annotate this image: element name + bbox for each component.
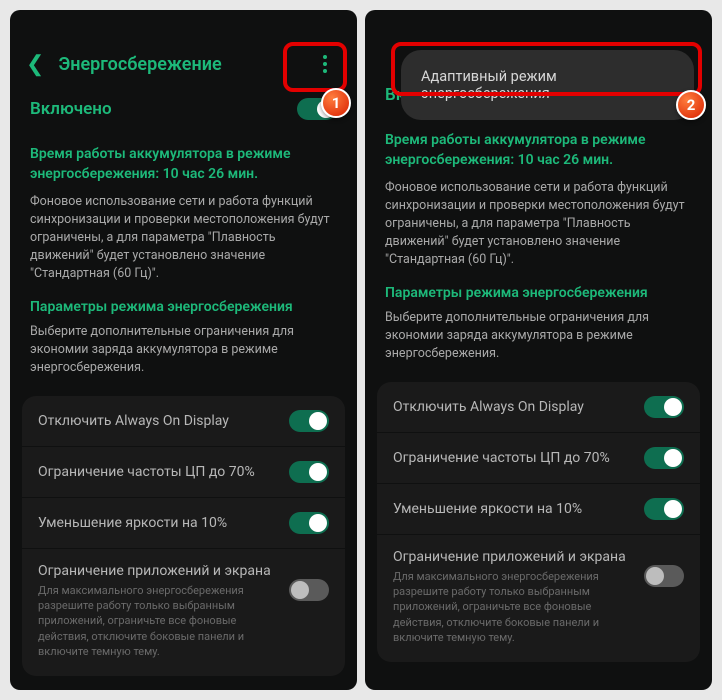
menu-item-adaptive[interactable]: Адаптивный режим энергосбережения: [421, 68, 674, 102]
phone-right: 2 Адаптивный режим энергосбережения Вклю…: [365, 10, 712, 690]
option-toggle[interactable]: [644, 565, 684, 587]
params-heading: Параметры режима энергосбережения: [385, 285, 692, 301]
more-vertical-icon: [323, 55, 327, 73]
runtime-desc: Фоновое использование сети и работа функ…: [385, 179, 692, 270]
back-icon[interactable]: ❮: [26, 52, 44, 77]
option-toggle[interactable]: [289, 461, 329, 483]
option-apps-limit[interactable]: Ограничение приложений и экрана Для макс…: [22, 549, 345, 676]
option-toggle[interactable]: [644, 396, 684, 418]
params-desc: Выберите дополнительные ограничения для …: [30, 323, 337, 377]
option-description: Для максимального энергосбережения разре…: [38, 583, 279, 660]
option-label: Ограничение приложений и экрана: [38, 563, 279, 579]
option-label: Ограничение частоты ЦП до 70%: [38, 464, 289, 480]
step-badge-1: 1: [321, 88, 351, 118]
params-heading: Параметры режима энергосбережения: [30, 299, 337, 315]
option-brightness[interactable]: Уменьшение яркости на 10%: [377, 484, 700, 535]
option-toggle[interactable]: [644, 447, 684, 469]
option-cpu[interactable]: Ограничение частоты ЦП до 70%: [22, 447, 345, 498]
options-list: Отключить Always On Display Ограничение …: [377, 382, 700, 662]
option-label: Отключить Always On Display: [38, 413, 289, 429]
option-brightness[interactable]: Уменьшение яркости на 10%: [22, 498, 345, 549]
option-cpu[interactable]: Ограничение частоты ЦП до 70%: [377, 433, 700, 484]
options-list: Отключить Always On Display Ограничение …: [22, 396, 345, 676]
page-title: Энергосбережение: [58, 54, 309, 75]
overflow-menu: Адаптивный режим энергосбережения: [401, 50, 694, 120]
option-aod[interactable]: Отключить Always On Display: [22, 396, 345, 447]
option-aod[interactable]: Отключить Always On Display: [377, 382, 700, 433]
option-label: Ограничение частоты ЦП до 70%: [393, 450, 644, 466]
option-label: Уменьшение яркости на 10%: [393, 501, 644, 517]
info-section: Время работы аккумулятора в режиме энерг…: [10, 134, 357, 392]
option-toggle[interactable]: [289, 512, 329, 534]
info-section: Время работы аккумулятора в режиме энерг…: [365, 120, 712, 378]
option-toggle[interactable]: [289, 579, 329, 601]
runtime-desc: Фоновое использование сети и работа функ…: [30, 193, 337, 284]
runtime-heading: Время работы аккумулятора в режиме энерг…: [385, 130, 692, 171]
step-badge-2: 2: [676, 90, 706, 120]
phone-left: 1 ❮ Энергосбережение Включено Время рабо…: [10, 10, 357, 690]
option-apps-limit[interactable]: Ограничение приложений и экрана Для макс…: [377, 535, 700, 662]
header: ❮ Энергосбережение: [10, 36, 357, 94]
more-button[interactable]: [309, 48, 341, 80]
option-description: Для максимального энергосбережения разре…: [393, 569, 634, 646]
option-label: Ограничение приложений и экрана: [393, 549, 634, 565]
option-toggle[interactable]: [289, 410, 329, 432]
enabled-label: Включено: [30, 99, 112, 119]
option-label: Уменьшение яркости на 10%: [38, 515, 289, 531]
params-desc: Выберите дополнительные ограничения для …: [385, 309, 692, 363]
option-toggle[interactable]: [644, 498, 684, 520]
option-label: Отключить Always On Display: [393, 399, 644, 415]
enabled-row: Включено: [10, 94, 357, 134]
runtime-heading: Время работы аккумулятора в режиме энерг…: [30, 144, 337, 185]
